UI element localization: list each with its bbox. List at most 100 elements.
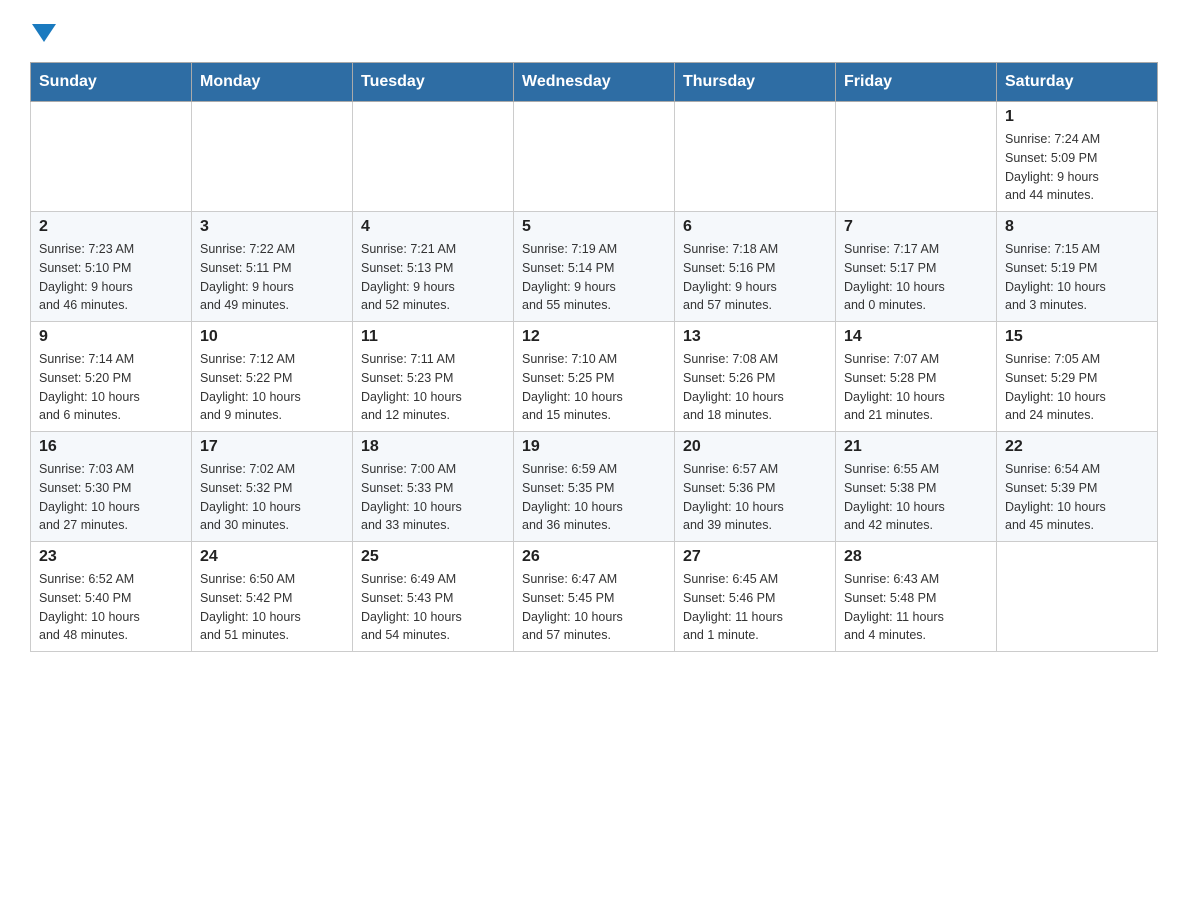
day-info: Sunrise: 6:59 AMSunset: 5:35 PMDaylight:… [522, 460, 666, 535]
day-number: 6 [683, 218, 827, 236]
calendar-cell: 15 Sunrise: 7:05 AMSunset: 5:29 PMDayligh… [997, 322, 1158, 432]
day-info: Sunrise: 7:15 AMSunset: 5:19 PMDaylight:… [1005, 240, 1149, 315]
day-info: Sunrise: 7:11 AMSunset: 5:23 PMDaylight:… [361, 350, 505, 425]
day-info: Sunrise: 6:49 AMSunset: 5:43 PMDaylight:… [361, 570, 505, 645]
day-number: 21 [844, 438, 988, 456]
logo-triangle-icon [32, 24, 56, 42]
calendar-cell [997, 542, 1158, 652]
calendar-cell: 14 Sunrise: 7:07 AMSunset: 5:28 PMDayligh… [836, 322, 997, 432]
day-number: 23 [39, 548, 183, 566]
calendar-cell: 2 Sunrise: 7:23 AMSunset: 5:10 PMDaylight… [31, 212, 192, 322]
day-info: Sunrise: 7:10 AMSunset: 5:25 PMDaylight:… [522, 350, 666, 425]
calendar-cell: 19 Sunrise: 6:59 AMSunset: 5:35 PMDayligh… [514, 432, 675, 542]
calendar-cell: 18 Sunrise: 7:00 AMSunset: 5:33 PMDayligh… [353, 432, 514, 542]
day-info: Sunrise: 7:03 AMSunset: 5:30 PMDaylight:… [39, 460, 183, 535]
day-number: 22 [1005, 438, 1149, 456]
calendar-cell: 16 Sunrise: 7:03 AMSunset: 5:30 PMDayligh… [31, 432, 192, 542]
calendar-cell [31, 102, 192, 212]
calendar-cell: 6 Sunrise: 7:18 AMSunset: 5:16 PMDaylight… [675, 212, 836, 322]
calendar-cell [192, 102, 353, 212]
calendar-cell: 23 Sunrise: 6:52 AMSunset: 5:40 PMDayligh… [31, 542, 192, 652]
day-info: Sunrise: 7:21 AMSunset: 5:13 PMDaylight:… [361, 240, 505, 315]
calendar-cell: 8 Sunrise: 7:15 AMSunset: 5:19 PMDaylight… [997, 212, 1158, 322]
day-info: Sunrise: 7:08 AMSunset: 5:26 PMDaylight:… [683, 350, 827, 425]
day-number: 2 [39, 218, 183, 236]
calendar-cell: 27 Sunrise: 6:45 AMSunset: 5:46 PMDayligh… [675, 542, 836, 652]
day-number: 14 [844, 328, 988, 346]
calendar-cell: 7 Sunrise: 7:17 AMSunset: 5:17 PMDaylight… [836, 212, 997, 322]
day-info: Sunrise: 6:52 AMSunset: 5:40 PMDaylight:… [39, 570, 183, 645]
day-info: Sunrise: 7:14 AMSunset: 5:20 PMDaylight:… [39, 350, 183, 425]
day-number: 18 [361, 438, 505, 456]
page-header [30, 20, 1158, 42]
calendar-cell [675, 102, 836, 212]
calendar-cell: 22 Sunrise: 6:54 AMSunset: 5:39 PMDayligh… [997, 432, 1158, 542]
day-number: 28 [844, 548, 988, 566]
day-info: Sunrise: 7:12 AMSunset: 5:22 PMDaylight:… [200, 350, 344, 425]
col-header-saturday: Saturday [997, 63, 1158, 102]
calendar-cell: 3 Sunrise: 7:22 AMSunset: 5:11 PMDaylight… [192, 212, 353, 322]
logo [30, 20, 56, 42]
day-number: 3 [200, 218, 344, 236]
day-number: 24 [200, 548, 344, 566]
day-number: 5 [522, 218, 666, 236]
day-info: Sunrise: 6:57 AMSunset: 5:36 PMDaylight:… [683, 460, 827, 535]
col-header-friday: Friday [836, 63, 997, 102]
col-header-sunday: Sunday [31, 63, 192, 102]
calendar-week-row: 9 Sunrise: 7:14 AMSunset: 5:20 PMDaylight… [31, 322, 1158, 432]
col-header-tuesday: Tuesday [353, 63, 514, 102]
calendar-cell [836, 102, 997, 212]
day-number: 8 [1005, 218, 1149, 236]
day-number: 10 [200, 328, 344, 346]
day-number: 1 [1005, 108, 1149, 126]
calendar-cell: 26 Sunrise: 6:47 AMSunset: 5:45 PMDayligh… [514, 542, 675, 652]
calendar-cell [514, 102, 675, 212]
day-number: 11 [361, 328, 505, 346]
calendar-table: SundayMondayTuesdayWednesdayThursdayFrid… [30, 62, 1158, 652]
day-info: Sunrise: 6:55 AMSunset: 5:38 PMDaylight:… [844, 460, 988, 535]
day-number: 27 [683, 548, 827, 566]
day-info: Sunrise: 6:43 AMSunset: 5:48 PMDaylight:… [844, 570, 988, 645]
day-info: Sunrise: 6:54 AMSunset: 5:39 PMDaylight:… [1005, 460, 1149, 535]
calendar-cell: 11 Sunrise: 7:11 AMSunset: 5:23 PMDayligh… [353, 322, 514, 432]
calendar-header-row: SundayMondayTuesdayWednesdayThursdayFrid… [31, 63, 1158, 102]
day-number: 9 [39, 328, 183, 346]
day-info: Sunrise: 6:47 AMSunset: 5:45 PMDaylight:… [522, 570, 666, 645]
calendar-cell: 20 Sunrise: 6:57 AMSunset: 5:36 PMDayligh… [675, 432, 836, 542]
col-header-monday: Monday [192, 63, 353, 102]
day-number: 7 [844, 218, 988, 236]
day-number: 15 [1005, 328, 1149, 346]
calendar-cell: 21 Sunrise: 6:55 AMSunset: 5:38 PMDayligh… [836, 432, 997, 542]
day-number: 16 [39, 438, 183, 456]
day-number: 13 [683, 328, 827, 346]
day-info: Sunrise: 7:19 AMSunset: 5:14 PMDaylight:… [522, 240, 666, 315]
calendar-cell: 4 Sunrise: 7:21 AMSunset: 5:13 PMDaylight… [353, 212, 514, 322]
day-info: Sunrise: 7:17 AMSunset: 5:17 PMDaylight:… [844, 240, 988, 315]
day-info: Sunrise: 7:07 AMSunset: 5:28 PMDaylight:… [844, 350, 988, 425]
calendar-cell: 13 Sunrise: 7:08 AMSunset: 5:26 PMDayligh… [675, 322, 836, 432]
calendar-cell: 24 Sunrise: 6:50 AMSunset: 5:42 PMDayligh… [192, 542, 353, 652]
calendar-cell: 12 Sunrise: 7:10 AMSunset: 5:25 PMDayligh… [514, 322, 675, 432]
calendar-week-row: 1 Sunrise: 7:24 AMSunset: 5:09 PMDaylight… [31, 102, 1158, 212]
calendar-week-row: 23 Sunrise: 6:52 AMSunset: 5:40 PMDayligh… [31, 542, 1158, 652]
day-info: Sunrise: 7:23 AMSunset: 5:10 PMDaylight:… [39, 240, 183, 315]
calendar-cell: 17Sunrise: 7:02 AMSunset: 5:32 PMDayligh… [192, 432, 353, 542]
day-info: Sunrise: 7:22 AMSunset: 5:11 PMDaylight:… [200, 240, 344, 315]
calendar-week-row: 16 Sunrise: 7:03 AMSunset: 5:30 PMDayligh… [31, 432, 1158, 542]
day-number: 4 [361, 218, 505, 236]
col-header-thursday: Thursday [675, 63, 836, 102]
day-info: Sunrise: 7:24 AMSunset: 5:09 PMDaylight:… [1005, 130, 1149, 205]
day-info: Sunrise: 7:18 AMSunset: 5:16 PMDaylight:… [683, 240, 827, 315]
day-info: Sunrise: 6:45 AMSunset: 5:46 PMDaylight:… [683, 570, 827, 645]
calendar-cell: 1 Sunrise: 7:24 AMSunset: 5:09 PMDaylight… [997, 102, 1158, 212]
calendar-cell: 28 Sunrise: 6:43 AMSunset: 5:48 PMDayligh… [836, 542, 997, 652]
calendar-cell: 5 Sunrise: 7:19 AMSunset: 5:14 PMDaylight… [514, 212, 675, 322]
day-info: Sunrise: 7:05 AMSunset: 5:29 PMDaylight:… [1005, 350, 1149, 425]
day-number: 19 [522, 438, 666, 456]
day-number: 25 [361, 548, 505, 566]
day-info: Sunrise: 6:50 AMSunset: 5:42 PMDaylight:… [200, 570, 344, 645]
day-info: Sunrise: 7:00 AMSunset: 5:33 PMDaylight:… [361, 460, 505, 535]
day-number: 12 [522, 328, 666, 346]
day-number: 26 [522, 548, 666, 566]
day-number: 20 [683, 438, 827, 456]
